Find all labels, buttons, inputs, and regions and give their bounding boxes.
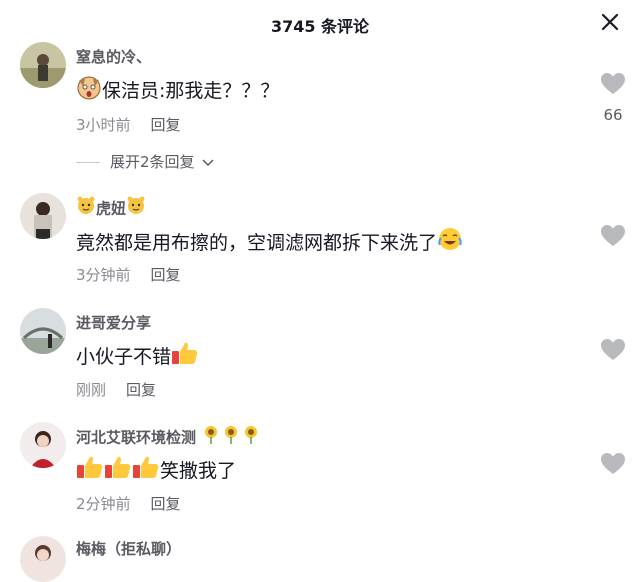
comment-time: 2分钟前 [76, 495, 131, 513]
divider [76, 162, 100, 163]
thumbs-up-icon [76, 454, 104, 485]
reply-button[interactable]: 回复 [151, 495, 181, 513]
comment-time: 3分钟前 [76, 266, 131, 284]
comment-text-row: 笑撒我了 [76, 456, 236, 487]
reply-button[interactable]: 回复 [126, 381, 156, 399]
comment-text: 小伙子不错 [76, 346, 172, 368]
thumbs-up-icon [132, 454, 160, 485]
reply-button[interactable]: 回复 [151, 266, 181, 284]
like-button[interactable]: 66 [598, 72, 628, 124]
comment-time: 3小时前 [76, 116, 131, 134]
reply-button[interactable]: 回复 [151, 116, 181, 134]
comment-text: 保洁员:那我走？？？ [102, 80, 280, 102]
heart-icon [601, 73, 625, 94]
tiger-emoji-icon [126, 195, 146, 219]
shocked-dog-emoji-icon [76, 74, 102, 105]
avatar[interactable] [20, 42, 66, 88]
comment-meta: 2分钟前 回复 [76, 493, 181, 514]
comment-text-row: 保洁员:那我走？？？ [76, 76, 279, 107]
like-button[interactable] [598, 224, 628, 252]
comment-username: 河北艾联环境检测 [76, 428, 197, 447]
comment-username[interactable]: 进哥爱分享 [76, 312, 151, 333]
comments-count-title: 3745 条评论 [270, 17, 370, 36]
comments-header: 3745 条评论 [0, 0, 640, 46]
comment-username: 虎妞 [96, 199, 127, 218]
comment-text-row: 小伙子不错 [76, 342, 199, 373]
close-icon[interactable] [598, 10, 622, 34]
sunflower-icon [241, 424, 261, 448]
tiger-emoji-icon [76, 195, 96, 219]
avatar[interactable] [20, 193, 66, 239]
avatar[interactable] [20, 308, 66, 354]
heart-icon [601, 225, 625, 246]
comment-text: 笑撒我了 [160, 460, 237, 482]
thumbs-up-icon [104, 454, 132, 485]
comment-username-row[interactable]: 河北艾联环境检测 [76, 426, 261, 450]
thumbs-up-icon [171, 340, 199, 371]
comment-text: 竟然都是用布擦的，空调滤网都拆下来洗了 [76, 232, 438, 254]
comment-username[interactable]: 窒息的冷、 [76, 46, 151, 67]
comment-username[interactable]: 梅梅（拒私聊） [76, 538, 181, 559]
avatar[interactable] [20, 422, 66, 468]
comment-meta: 刚刚 回复 [76, 379, 156, 400]
avatar[interactable] [20, 536, 66, 582]
expand-replies-button[interactable]: 展开2条回复 [76, 151, 215, 172]
comment-text-row: 竟然都是用布擦的，空调滤网都拆下来洗了 [76, 228, 463, 259]
expand-replies-label: 展开2条回复 [110, 153, 195, 171]
laugh-cry-emoji-icon [437, 226, 463, 257]
comment-time: 刚刚 [76, 381, 107, 399]
comment-meta: 3小时前 回复 [76, 114, 181, 135]
sunflower-icon [201, 424, 221, 448]
like-count: 66 [603, 106, 623, 124]
comment-username-row[interactable]: 虎妞 [76, 195, 146, 221]
heart-icon [601, 453, 625, 474]
sunflower-icon [221, 424, 241, 448]
like-button[interactable] [598, 338, 628, 366]
chevron-down-icon [202, 158, 214, 166]
comment-meta: 3分钟前 回复 [76, 264, 181, 285]
heart-icon [601, 339, 625, 360]
like-button[interactable] [598, 452, 628, 480]
